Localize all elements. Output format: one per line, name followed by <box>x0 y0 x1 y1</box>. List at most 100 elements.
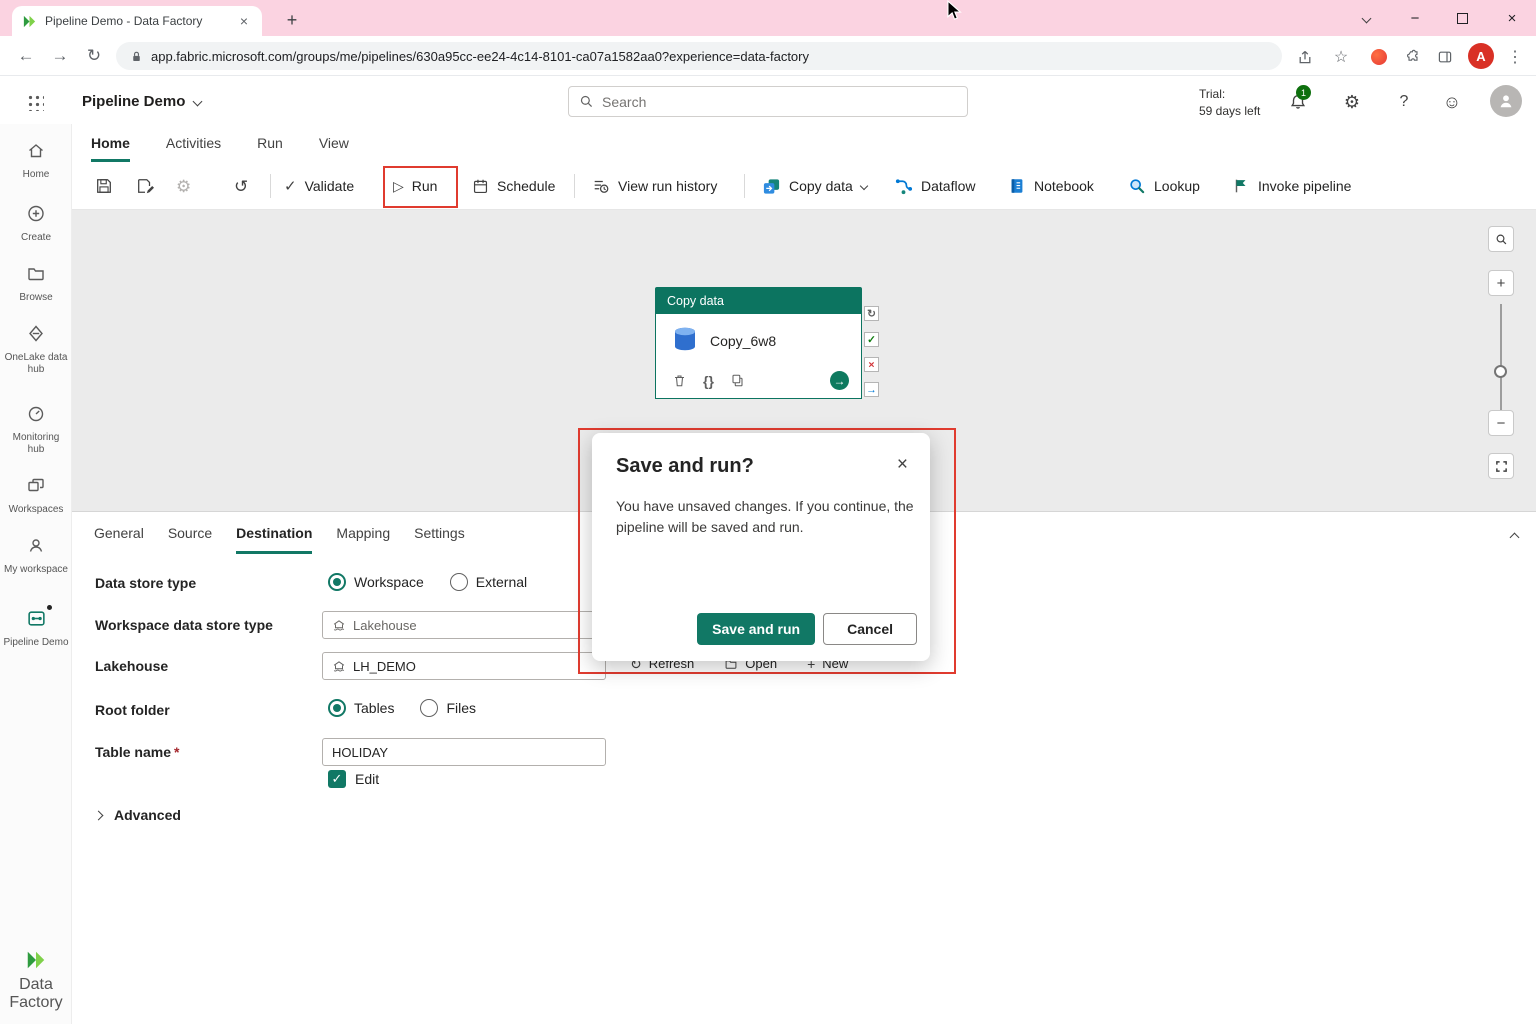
sidebar-item-my-workspace[interactable]: My workspace <box>0 535 72 576</box>
side-panel-icon[interactable] <box>1432 44 1458 70</box>
validate-button[interactable]: ✓ Validate <box>284 162 354 210</box>
window-close-button[interactable]: × <box>1489 0 1535 36</box>
copy-data-icon <box>762 177 781 196</box>
collapse-panel-button[interactable] <box>1511 528 1518 546</box>
radio-files[interactable]: Files <box>420 699 476 717</box>
radio-selected-icon[interactable] <box>328 573 346 591</box>
extension-icon[interactable] <box>1366 44 1392 70</box>
sidebar-item-browse[interactable]: Browse <box>0 263 72 304</box>
activity-fail-port-icon[interactable]: × <box>864 357 879 372</box>
browser-forward-button[interactable]: → <box>48 44 72 68</box>
tab-run[interactable]: Run <box>257 124 283 162</box>
delete-activity-icon[interactable] <box>672 373 687 388</box>
edit-checkbox-row[interactable]: ✓ Edit <box>328 770 379 788</box>
checkbox-checked-icon[interactable]: ✓ <box>328 770 346 788</box>
sidebar-item-monitoring-hub[interactable]: Monitoring hub <box>0 403 72 455</box>
tab-activities[interactable]: Activities <box>166 124 221 162</box>
copy-data-button[interactable]: Copy data <box>762 162 867 210</box>
ribbon-tabs: Home Activities Run View <box>72 124 1536 162</box>
run-button[interactable]: ▷ Run <box>393 162 437 210</box>
fit-to-screen-button[interactable] <box>1488 453 1514 479</box>
window-minimize-button[interactable]: − <box>1392 0 1438 36</box>
url-text[interactable]: app.fabric.microsoft.com/groups/me/pipel… <box>151 49 809 64</box>
save-button[interactable] <box>95 162 113 210</box>
account-avatar[interactable] <box>1490 85 1522 117</box>
tab-view[interactable]: View <box>319 124 349 162</box>
browser-menu-icon[interactable]: ⋮ <box>1502 44 1528 70</box>
activity-skip-port-icon[interactable]: ↻ <box>864 306 879 321</box>
zoom-out-button[interactable]: − <box>1488 410 1514 436</box>
connector-arrow-icon[interactable]: → <box>830 371 849 390</box>
sidebar-item-pipeline-demo[interactable]: Pipeline Demo <box>0 608 72 649</box>
tab-search-icon[interactable] <box>1343 0 1389 36</box>
sidebar-item-data-factory[interactable]: Data Factory <box>0 949 72 1012</box>
dialog-close-icon[interactable]: × <box>897 455 908 474</box>
lakehouse-input[interactable]: LH_DEMO <box>322 652 606 680</box>
cancel-button[interactable]: Cancel <box>823 613 917 645</box>
radio-tables[interactable]: Tables <box>328 699 394 717</box>
extensions-puzzle-icon[interactable] <box>1400 44 1426 70</box>
browser-tab[interactable]: Pipeline Demo - Data Factory × <box>12 6 262 36</box>
settings-gear-icon[interactable]: ⚙ <box>1340 90 1364 114</box>
tab-settings[interactable]: Settings <box>414 512 465 554</box>
save-as-button[interactable] <box>136 162 154 210</box>
canvas-search-button[interactable] <box>1488 226 1514 252</box>
browser-reload-button[interactable]: ↻ <box>82 44 106 68</box>
tab-home[interactable]: Home <box>91 124 130 162</box>
global-search[interactable] <box>568 86 968 117</box>
activity-node-body[interactable]: Copy_6w8 {} → <box>655 314 862 399</box>
tab-destination[interactable]: Destination <box>236 512 312 554</box>
workspace-data-store-type-input[interactable]: Lakehouse <box>322 611 606 639</box>
new-tab-button[interactable]: + <box>278 6 306 34</box>
duplicate-activity-icon[interactable] <box>730 373 745 388</box>
radio-selected-icon[interactable] <box>328 699 346 717</box>
tab-mapping[interactable]: Mapping <box>336 512 390 554</box>
data-store-type-options: Workspace External <box>328 573 527 591</box>
activity-success-port-icon[interactable]: ✓ <box>864 332 879 347</box>
browser-back-button[interactable]: ← <box>14 44 38 68</box>
radio-unselected-icon[interactable] <box>450 573 468 591</box>
tab-close-icon[interactable]: × <box>236 13 252 29</box>
url-bar[interactable]: app.fabric.microsoft.com/groups/me/pipel… <box>116 42 1282 70</box>
lookup-button[interactable]: Lookup <box>1128 162 1200 210</box>
share-icon[interactable] <box>1292 44 1318 70</box>
sidebar-item-home[interactable]: Home <box>0 140 72 181</box>
table-name-input[interactable]: HOLIDAY <box>322 738 606 766</box>
sidebar-item-onelake-data-hub[interactable]: OneLake data hub <box>0 323 72 375</box>
zoom-slider-handle[interactable] <box>1494 365 1507 378</box>
code-braces-icon[interactable]: {} <box>703 374 714 388</box>
app-launcher-icon[interactable] <box>27 94 44 111</box>
advanced-expander[interactable]: Advanced <box>95 807 181 823</box>
tab-source[interactable]: Source <box>168 512 212 554</box>
browser-profile-avatar[interactable]: A <box>1468 43 1494 69</box>
notebook-button[interactable]: Notebook <box>1008 162 1094 210</box>
undo-button[interactable]: ↺ <box>234 162 248 210</box>
view-run-history-button[interactable]: View run history <box>592 162 717 210</box>
save-and-run-button[interactable]: Save and run <box>697 613 815 645</box>
plus-circle-icon <box>26 203 46 224</box>
help-icon[interactable]: ? <box>1392 90 1416 114</box>
feedback-smiley-icon[interactable]: ☺ <box>1440 90 1464 114</box>
copy-data-activity-node[interactable]: Copy data Copy_6w8 {} → <box>655 287 862 399</box>
schedule-button[interactable]: Schedule <box>472 162 555 210</box>
dataflow-icon <box>894 177 913 196</box>
tab-general[interactable]: General <box>94 512 144 554</box>
pipeline-settings-button[interactable]: ⚙ <box>176 162 191 210</box>
radio-external[interactable]: External <box>450 573 527 591</box>
bookmark-star-icon[interactable]: ☆ <box>1328 44 1354 70</box>
invoke-pipeline-button[interactable]: Invoke pipeline <box>1232 162 1351 210</box>
zoom-in-button[interactable]: + <box>1488 270 1514 296</box>
dataflow-label: Dataflow <box>921 178 975 194</box>
radio-unselected-icon[interactable] <box>420 699 438 717</box>
zoom-slider-track[interactable] <box>1500 304 1502 414</box>
workspace-title[interactable]: Pipeline Demo <box>82 92 201 110</box>
search-input[interactable] <box>602 94 957 110</box>
activity-completion-port-icon[interactable]: → <box>864 382 879 397</box>
window-maximize-button[interactable] <box>1439 0 1485 36</box>
sidebar-item-workspaces[interactable]: Workspaces <box>0 475 72 516</box>
sidebar-item-create[interactable]: Create <box>0 203 72 244</box>
activity-node-header[interactable]: Copy data <box>655 287 862 314</box>
radio-workspace[interactable]: Workspace <box>328 573 424 591</box>
gear-icon: ⚙ <box>176 178 191 195</box>
dataflow-button[interactable]: Dataflow <box>894 162 975 210</box>
